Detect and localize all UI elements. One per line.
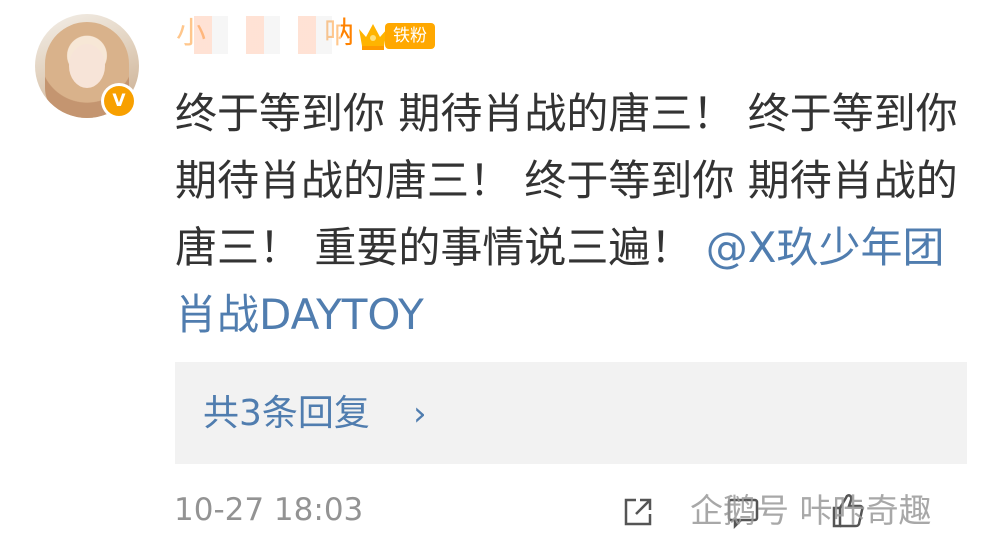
- share-icon[interactable]: [620, 494, 656, 530]
- reply-box[interactable]: 共3条回复 ›: [175, 362, 967, 464]
- verified-v-icon: V: [101, 83, 137, 119]
- fan-badge: 铁粉: [385, 23, 435, 49]
- avatar-face: [69, 44, 105, 88]
- comment-content: 终于等到你 期待肖战的唐三！ 终于等到你 期待肖战的唐三！ 终于等到你 期待肖战…: [175, 80, 975, 348]
- watermark: 企鹅号 咔咔奇趣: [690, 491, 932, 530]
- reply-link[interactable]: 共3条回复: [203, 390, 370, 438]
- chevron-right-icon: ›: [413, 394, 427, 434]
- timestamp: 10-27 18:03: [174, 492, 364, 528]
- username-blur: [176, 16, 341, 54]
